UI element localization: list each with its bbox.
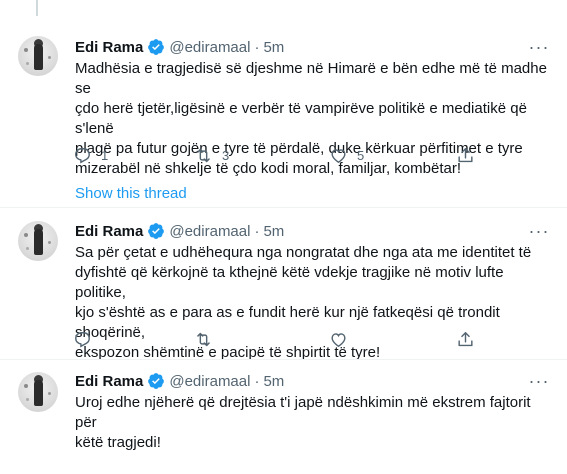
tweet-text-line: dyfishtë që kërkojnë ta kthejnë këtë vde… bbox=[75, 264, 504, 301]
more-icon[interactable]: ··· bbox=[529, 371, 549, 391]
tweet-header: Edi Rama @ediramaal · 5m bbox=[75, 221, 284, 241]
tweet-2[interactable]: Edi Rama @ediramaal · 5m ··· Sa për çeta… bbox=[0, 208, 567, 361]
reply-count: 1 bbox=[101, 148, 109, 163]
tweet-text-line: Sa për çetat e udhëhequra nga nongratat … bbox=[75, 244, 532, 261]
share-button[interactable] bbox=[456, 146, 475, 165]
timestamp[interactable]: 5m bbox=[263, 223, 284, 240]
timestamp[interactable]: 5m bbox=[263, 373, 284, 390]
tweet-text-line: Uroj edhe njëherë që drejtësia t'i japë … bbox=[75, 394, 531, 431]
reply-icon bbox=[75, 148, 90, 164]
timestamp[interactable]: 5m bbox=[263, 39, 284, 56]
tweet-actions: 1 3 5 bbox=[69, 146, 489, 166]
share-icon bbox=[458, 148, 473, 163]
avatar[interactable] bbox=[18, 221, 58, 261]
retweet-count: 3 bbox=[222, 148, 230, 163]
like-button[interactable]: 5 bbox=[329, 146, 364, 165]
author-name[interactable]: Edi Rama bbox=[75, 373, 143, 390]
tweet-header: Edi Rama @ediramaal · 5m bbox=[75, 371, 284, 391]
share-icon bbox=[458, 332, 473, 347]
author-handle[interactable]: @ediramaal bbox=[169, 223, 250, 240]
separator-dot: · bbox=[254, 38, 260, 56]
more-icon[interactable]: ··· bbox=[529, 37, 549, 57]
separator-dot: · bbox=[254, 372, 260, 390]
retweet-icon bbox=[197, 148, 210, 163]
retweet-button[interactable] bbox=[194, 330, 222, 349]
verified-badge-icon bbox=[148, 373, 165, 389]
tweet-text: Uroj edhe njëherë që drejtësia t'i japë … bbox=[75, 393, 553, 453]
tweet-text-line: këtë tragjedi! bbox=[75, 434, 161, 451]
separator-dot: · bbox=[254, 222, 260, 240]
show-thread-link[interactable]: Show this thread bbox=[75, 185, 187, 202]
avatar[interactable] bbox=[18, 372, 58, 412]
author-handle[interactable]: @ediramaal bbox=[169, 373, 250, 390]
share-button[interactable] bbox=[456, 330, 475, 349]
tweet-3[interactable]: Edi Rama @ediramaal · 5m ··· Uroj edhe n… bbox=[0, 360, 567, 474]
like-icon bbox=[331, 149, 346, 164]
author-name[interactable]: Edi Rama bbox=[75, 39, 143, 56]
verified-badge-icon bbox=[148, 39, 165, 55]
like-button[interactable] bbox=[329, 330, 357, 349]
verified-badge-icon bbox=[148, 223, 165, 239]
retweet-icon bbox=[197, 332, 210, 347]
tweet-1[interactable]: Edi Rama @ediramaal · 5m ··· Madhësia e … bbox=[0, 0, 567, 206]
reply-icon bbox=[75, 332, 90, 348]
reply-button[interactable] bbox=[73, 330, 101, 349]
tweet-text-line: çdo herë tjetër,ligësinë e verbër të vam… bbox=[75, 100, 527, 137]
tweet-header: Edi Rama @ediramaal · 5m bbox=[75, 37, 284, 57]
tweet-actions bbox=[69, 330, 489, 350]
like-icon bbox=[331, 333, 346, 348]
more-icon[interactable]: ··· bbox=[529, 221, 549, 241]
author-handle[interactable]: @ediramaal bbox=[169, 39, 250, 56]
author-name[interactable]: Edi Rama bbox=[75, 223, 143, 240]
like-count: 5 bbox=[357, 148, 365, 163]
retweet-button[interactable]: 3 bbox=[194, 146, 229, 165]
avatar[interactable] bbox=[18, 36, 58, 76]
tweet-text-line: Madhësia e tragjedisë së djeshme në Hima… bbox=[75, 60, 547, 97]
reply-button[interactable]: 1 bbox=[73, 146, 108, 165]
